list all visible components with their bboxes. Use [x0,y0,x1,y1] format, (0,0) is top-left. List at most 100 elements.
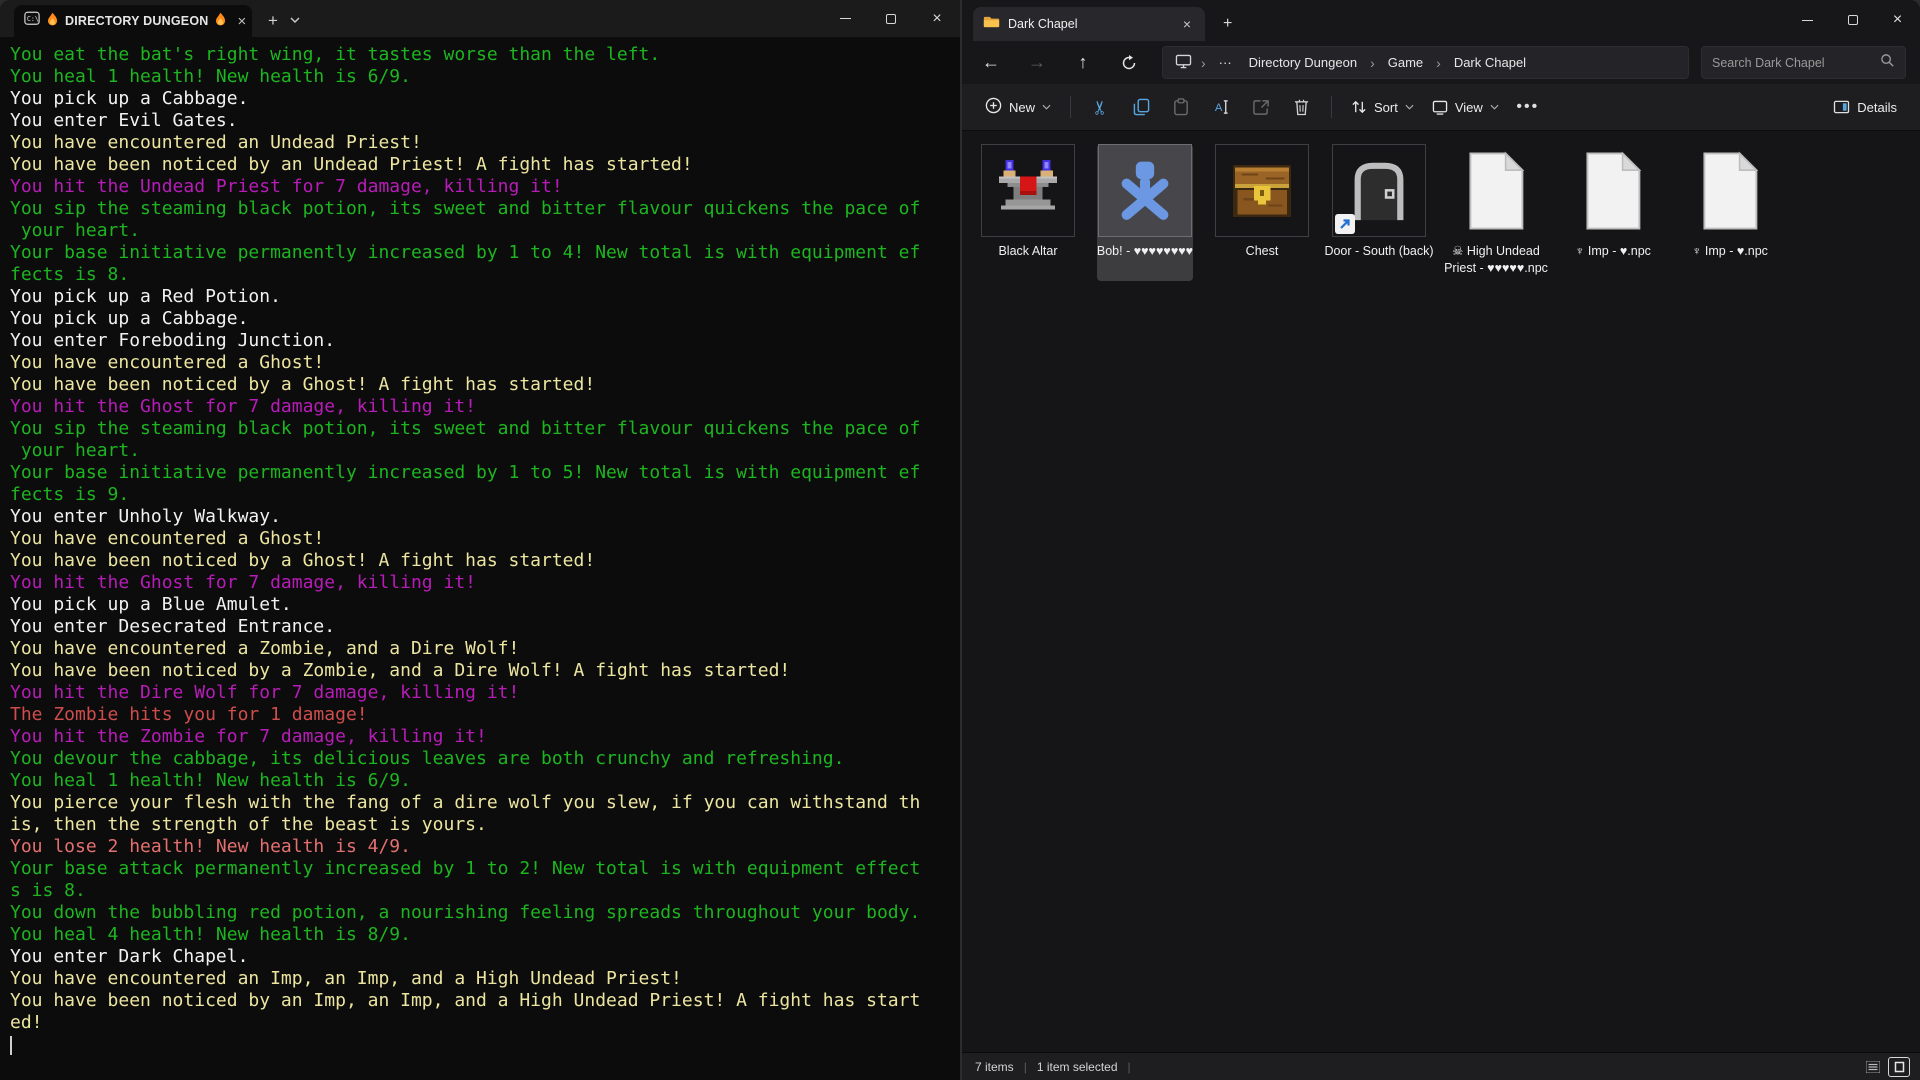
tab-close-icon[interactable]: × [233,13,250,30]
sort-button[interactable]: Sort [1342,92,1423,122]
file-name-label: ♆ Imp - ♥.npc [1674,243,1786,264]
explorer-tab[interactable]: Dark Chapel × [973,7,1205,41]
new-tab-button[interactable]: + [262,11,284,31]
ellipsis-icon: ••• [1516,98,1539,116]
person-thumbnail [1098,144,1192,237]
breadcrumb-segments: Directory Dungeon › Game › Dark Chapel [1245,53,1530,72]
terminal-line: You pick up a Cabbage. [10,88,960,110]
terminal-line: You heal 1 health! New health is 6/9. [10,770,960,792]
terminal-line: You sip the steaming black potion, its s… [10,198,960,220]
large-icons-view-toggle[interactable] [1888,1057,1910,1077]
terminal-line: You have encountered a Ghost! [10,528,960,550]
terminal-tab[interactable]: C:\ DIRECTORY DUNGEON × [14,5,252,37]
file-name-label: Black Altar [972,243,1084,264]
file-grid[interactable]: Black AltarBob! - ♥♥♥♥♥♥♥♥ChestDoor - So… [962,131,1920,1051]
search-box [1701,46,1906,79]
terminal-line: your heart. [10,440,960,462]
file-icon [1581,151,1645,231]
explorer-window: Dark Chapel × + × ← → ↑ › ··· Directory … [962,0,1920,1080]
breadcrumb-segment[interactable]: Dark Chapel [1450,53,1530,72]
minimize-button[interactable] [1785,0,1830,40]
black-altar-icon [995,158,1061,224]
details-button[interactable]: Details [1824,93,1906,122]
chevron-down-icon [1042,104,1051,110]
terminal-line: You have encountered a Zombie, and a Dir… [10,638,960,660]
breadcrumb-chevron-icon: › [1370,55,1375,71]
terminal-line: You lose 2 health! New health is 4/9. [10,836,960,858]
terminal-line: You have been noticed by an Imp, an Imp,… [10,990,960,1012]
file-item[interactable]: Black Altar [980,144,1076,281]
person-icon [1111,158,1179,224]
terminal-line: You heal 4 health! New health is 8/9. [10,924,960,946]
share-button[interactable] [1241,89,1281,125]
up-button[interactable]: ↑ [1060,46,1106,80]
file-name-label: ♆ Imp - ♥.npc [1557,243,1669,264]
terminal-line: You have encountered a Ghost! [10,352,960,374]
new-button[interactable]: New [976,90,1060,124]
breadcrumb-segment[interactable]: Game [1384,53,1427,72]
cmd-icon: C:\ [24,11,40,31]
copy-button[interactable] [1121,89,1161,125]
forward-button[interactable]: → [1014,46,1060,80]
list-view-toggle[interactable] [1862,1057,1884,1077]
close-button[interactable]: × [914,0,960,37]
terminal-line: You pierce your flesh with the fang of a… [10,792,960,814]
breadcrumb[interactable]: › ··· Directory Dungeon › Game › Dark Chapel [1162,46,1689,79]
text-cursor [10,1036,12,1055]
view-button[interactable]: View [1423,93,1508,122]
maximize-button[interactable] [868,0,914,37]
file-thumbnail [1449,144,1543,237]
file-item[interactable]: ☠ High Undead Priest - ♥♥♥♥♥.npc [1448,144,1544,281]
terminal-line: You hit the Undead Priest for 7 damage, … [10,176,960,198]
rename-button[interactable]: A [1201,89,1241,125]
minimize-icon [1802,20,1813,21]
close-icon: × [1893,12,1902,28]
plus-circle-icon [985,97,1002,117]
new-button-label: New [1009,100,1035,115]
sort-arrows-icon [1351,99,1367,115]
terminal-line: You enter Foreboding Junction. [10,330,960,352]
search-input[interactable] [1712,56,1880,70]
terminal-line: You heal 1 health! New health is 6/9. [10,66,960,88]
new-tab-button[interactable]: + [1217,15,1238,33]
file-item[interactable]: Chest [1214,144,1310,281]
back-button[interactable]: ← [968,46,1014,80]
minimize-icon [840,18,851,19]
refresh-button[interactable] [1106,46,1152,80]
tab-close-icon[interactable]: × [1179,16,1195,32]
magnifier-icon[interactable] [1880,53,1895,73]
file-item[interactable]: ♆ Imp - ♥.npc [1682,144,1778,281]
breadcrumb-segment[interactable]: Directory Dungeon [1245,53,1361,72]
door-thumbnail [1332,144,1426,237]
explorer-window-controls: × [1785,0,1920,40]
maximize-button[interactable] [1830,0,1875,40]
flame-icon [47,12,58,31]
file-item[interactable]: ♆ Imp - ♥.npc [1565,144,1661,281]
sort-button-label: Sort [1374,100,1398,115]
altar-thumbnail [981,144,1075,237]
breadcrumb-ellipsis[interactable]: ··· [1215,53,1236,72]
explorer-tab-title: Dark Chapel [1008,17,1077,31]
file-icon [1464,151,1528,231]
terminal-cursor-line [10,1034,960,1056]
delete-button[interactable] [1281,89,1321,125]
terminal-output[interactable]: You eat the bat's right wing, it tastes … [0,37,960,1056]
explorer-toolbar: New ✂ A Sort View ••• [962,84,1920,131]
breadcrumb-chevron-icon: › [1436,55,1441,71]
close-button[interactable]: × [1875,0,1920,40]
trash-icon [1294,98,1309,116]
minimize-button[interactable] [822,0,868,37]
file-icon [1698,151,1762,231]
file-item[interactable]: Door - South (back) [1331,144,1427,281]
rename-icon: A [1212,99,1231,115]
chevron-down-icon[interactable] [290,10,300,28]
more-options-button[interactable]: ••• [1508,89,1548,125]
paste-button[interactable] [1161,89,1201,125]
scissors-icon: ✂ [1090,99,1113,115]
cut-button[interactable]: ✂ [1081,89,1121,125]
chest-thumbnail [1215,144,1309,237]
file-item[interactable]: Bob! - ♥♥♥♥♥♥♥♥ [1097,144,1193,281]
terminal-line: You hit the Ghost for 7 damage, killing … [10,572,960,594]
details-pane-icon [1833,100,1850,114]
terminal-line: You hit the Ghost for 7 damage, killing … [10,396,960,418]
